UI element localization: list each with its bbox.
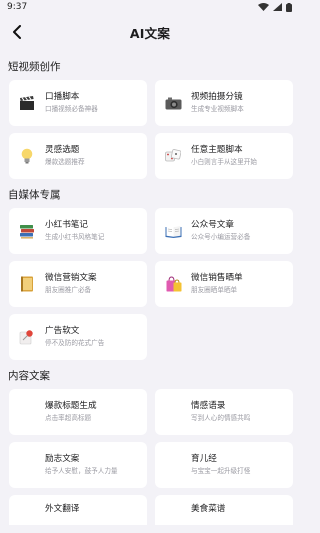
card-title: 小红书笔记	[45, 220, 88, 230]
card-desc: 停不及防的花式广告	[45, 339, 105, 347]
card-title: 广告软文	[45, 326, 80, 336]
card-title: 微信销售晒单	[191, 273, 243, 283]
dice-icon	[164, 147, 182, 165]
card-title: 任意主题脚本	[191, 145, 243, 155]
camera-icon	[164, 94, 182, 112]
card-any-topic-script[interactable]: 任意主题脚本 小白则言手从这里开始	[155, 133, 293, 179]
card-food-recipes[interactable]: 美食菜谱	[155, 495, 293, 525]
clapperboard-icon	[18, 94, 36, 112]
notebook-icon	[18, 275, 36, 293]
wifi-icon	[258, 3, 269, 11]
card-title: 励志文案	[45, 454, 80, 464]
card-desc: 生成小红书风格笔记	[45, 233, 105, 241]
status-bar: 9:37	[0, 0, 300, 14]
card-title: 育儿经	[191, 454, 217, 464]
card-spoken-script[interactable]: 口播脚本 口播视频必备神器	[9, 80, 147, 126]
card-inspirational-copy[interactable]: 励志文案 给予人安慰，鼓予人力量	[9, 442, 147, 488]
card-title: 美食菜谱	[191, 504, 226, 514]
card-title: 爆款标题生成	[45, 401, 97, 411]
card-topic-ideas[interactable]: 灵感选题 爆款选题推荐	[9, 133, 147, 179]
card-emotional-quotes[interactable]: 情感语录 写到人心的情感共鸣	[155, 389, 293, 435]
page-title: AI文案	[129, 25, 171, 41]
section-title: 短视频创作	[8, 61, 61, 73]
card-foreign-translation[interactable]: 外文翻译	[9, 495, 147, 525]
card-title: 情感语录	[191, 401, 226, 411]
nav-bar: AI文案	[0, 14, 300, 50]
card-video-storyboard[interactable]: 视频拍摄分镜 生成专业视频脚本	[155, 80, 293, 126]
card-desc: 公众号小编运营必备	[191, 233, 251, 241]
card-advertorial[interactable]: 广告软文 停不及防的花式广告	[9, 314, 147, 360]
card-desc: 朋友圈晒单晒单	[191, 286, 238, 294]
lightbulb-icon	[18, 147, 36, 165]
card-wechat-sales-showcase[interactable]: 微信销售晒单 朋友圈晒单晒单	[155, 261, 293, 307]
section-title: 自媒体专属	[8, 189, 61, 201]
card-desc: 生成专业视频脚本	[191, 105, 244, 113]
card-title: 微信营销文案	[45, 273, 97, 283]
card-viral-title-generator[interactable]: 爆款标题生成 点击率超高标题	[9, 389, 147, 435]
card-desc: 朋友圈推广必备	[45, 286, 92, 294]
section-self-media: 自媒体专属 小红书笔记 生成小红书风格笔记 公众号文章 公众号小编运营必备 微信…	[0, 188, 300, 360]
card-desc: 口播视频必备神器	[45, 105, 98, 113]
back-button[interactable]	[8, 23, 26, 41]
card-parenting[interactable]: 育儿经 与宝宝一起升级打怪	[155, 442, 293, 488]
card-xiaohongshu-note[interactable]: 小红书笔记 生成小红书风格笔记	[9, 208, 147, 254]
card-desc: 给予人安慰，鼓予人力量	[45, 467, 118, 475]
battery-icon	[286, 2, 292, 12]
card-title: 口播脚本	[45, 92, 80, 102]
status-icons	[258, 2, 292, 12]
section-content-copy: 内容文案 爆款标题生成 点击率超高标题 情感语录 写到人心的情感共鸣 励志文案 …	[0, 369, 300, 525]
card-desc: 点击率超高标题	[45, 414, 92, 422]
shopping-bags-icon	[164, 275, 182, 293]
signal-icon	[273, 3, 282, 11]
card-desc: 小白则言手从这里开始	[191, 158, 257, 166]
card-desc: 爆款选题推荐	[45, 158, 85, 166]
card-title: 公众号文章	[191, 220, 234, 230]
section-title: 内容文案	[8, 370, 50, 382]
card-title: 外文翻译	[45, 504, 80, 514]
card-title: 视频拍摄分镜	[191, 92, 243, 102]
card-title: 灵感选题	[45, 145, 80, 155]
back-arrow-icon	[13, 25, 21, 39]
pushpin-icon	[18, 328, 36, 346]
card-desc: 写到人心的情感共鸣	[191, 414, 251, 422]
section-short-video: 短视频创作 口播脚本 口播视频必备神器 视频拍摄分镜 生成专业视频脚本 灵感选题…	[0, 60, 300, 179]
open-book-icon	[164, 222, 182, 240]
card-wechat-marketing-copy[interactable]: 微信营销文案 朋友圈推广必备	[9, 261, 147, 307]
card-desc: 与宝宝一起升级打怪	[191, 467, 251, 475]
status-time: 9:37	[7, 2, 28, 12]
card-official-account-article[interactable]: 公众号文章 公众号小编运营必备	[155, 208, 293, 254]
books-icon	[18, 222, 36, 240]
